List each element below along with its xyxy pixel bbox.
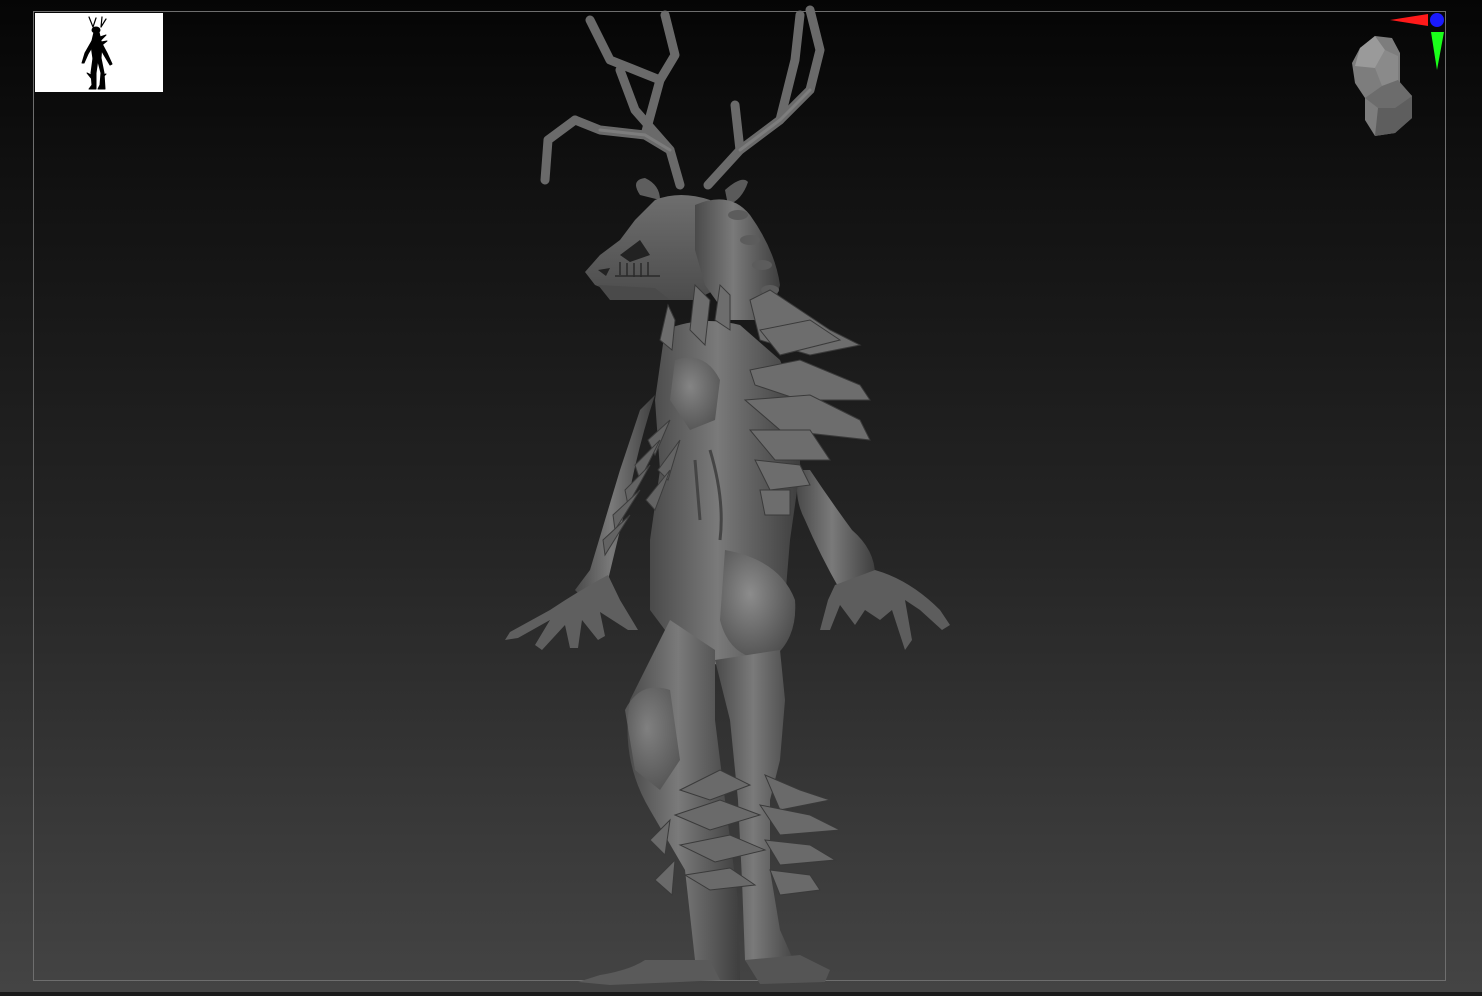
creature-mesh bbox=[505, 5, 950, 985]
canvas-viewport[interactable] bbox=[0, 0, 1482, 992]
y-axis-arrow bbox=[1431, 32, 1444, 70]
x-axis-arrow bbox=[1390, 14, 1428, 26]
head-orientation-icon bbox=[1352, 13, 1444, 136]
navigator-thumbnail[interactable] bbox=[35, 13, 163, 92]
orientation-gizmo[interactable] bbox=[1340, 8, 1455, 148]
sculpt-model[interactable] bbox=[480, 0, 1000, 992]
silhouette-icon bbox=[81, 16, 113, 90]
antlers bbox=[540, 5, 825, 190]
z-axis-dot bbox=[1430, 13, 1444, 27]
